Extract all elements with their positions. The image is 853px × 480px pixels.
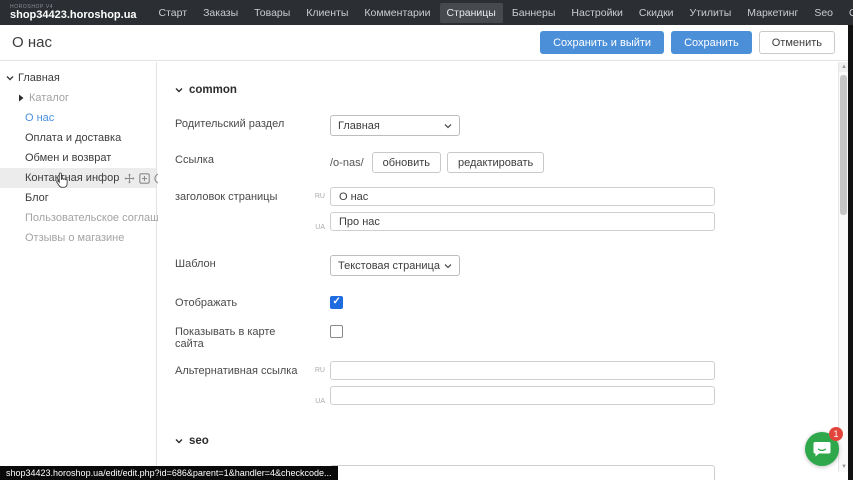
link-edit-button[interactable]: редактировать (447, 152, 544, 173)
admin-screen: HOROSHOP V4 shop34423.horoshop.ua Старт … (0, 0, 853, 480)
screen-edge (848, 25, 853, 480)
page-header: О нас Сохранить и выйти Сохранить Отмени… (0, 25, 848, 61)
sitemap-label: Показывать в карте сайта (175, 322, 303, 350)
parent-section-select[interactable]: Главная (330, 115, 460, 136)
tree-item-label: Отзывы о магазине (25, 232, 124, 244)
menu-item-marketing[interactable]: Маркетинг (740, 3, 805, 23)
template-value: Текстовая страница (338, 260, 440, 272)
menu-item-settings[interactable]: Настройки (564, 3, 630, 23)
page-title-ua-input[interactable] (330, 212, 715, 231)
link-row: Ссылка /o-nas/ обновить редактировать (175, 150, 840, 173)
section-common[interactable]: common (175, 84, 840, 96)
display-label: Отображать (175, 293, 303, 309)
chevron-down-icon (444, 260, 452, 272)
main-menu: Старт Заказы Товары Клиенты Комментарии … (151, 0, 853, 25)
tree-item-label: Каталог (29, 92, 69, 104)
status-url-tooltip: shop34423.horoshop.ua/edit/edit.php?id=6… (0, 466, 338, 480)
lang-ru-badge: RU (303, 187, 330, 206)
alt-link-ru-input[interactable] (330, 361, 715, 380)
tree-item-about-us[interactable]: О нас (0, 108, 156, 128)
lang-ru-badge: RU (303, 361, 330, 380)
tree-item-user-agreement[interactable]: Пользовательское соглашение (0, 208, 156, 228)
parent-section-label: Родительский раздел (175, 114, 303, 130)
save-and-exit-button[interactable]: Сохранить и выйти (540, 31, 664, 54)
lang-ua-badge: UA (303, 392, 330, 411)
display-checkbox[interactable] (330, 296, 343, 309)
menu-item-banners[interactable]: Баннеры (505, 3, 563, 23)
save-button[interactable]: Сохранить (671, 31, 752, 54)
menu-item-products[interactable]: Товары (247, 3, 297, 23)
menu-item-pages[interactable]: Страницы (440, 3, 503, 23)
parent-section-row: Родительский раздел Главная (175, 114, 840, 136)
menu-item-reports[interactable]: Отчеты (842, 3, 853, 23)
template-label: Шаблон (175, 254, 303, 270)
chat-unread-badge: 1 (829, 427, 843, 441)
chevron-down-icon (175, 87, 183, 93)
tree-item-contact-info[interactable]: Контактная инфор (0, 168, 156, 188)
page-title-row: заголовок страницы RU UA (175, 187, 840, 237)
tree-item-store-reviews[interactable]: Отзывы о магазине (0, 228, 156, 248)
template-select[interactable]: Текстовая страница (330, 255, 460, 276)
template-row: Шаблон Текстовая страница (175, 254, 840, 276)
scrollbar-thumb[interactable] (840, 75, 847, 215)
menu-item-comments[interactable]: Комментарии (357, 3, 437, 23)
menu-item-clients[interactable]: Клиенты (299, 3, 355, 23)
section-seo-label: seo (189, 435, 209, 447)
vertical-scrollbar[interactable]: ▲ ▼ (838, 62, 848, 472)
tree-item-label: Главная (18, 72, 60, 84)
tree-item-label: Блог (25, 192, 49, 204)
lang-ua-badge: UA (303, 218, 330, 237)
add-page-icon[interactable] (139, 173, 150, 184)
tree-item-label: Контактная инфор (25, 172, 119, 184)
chevron-down-icon[interactable] (5, 75, 14, 81)
pages-tree-sidebar: Главная Каталог О нас Оплата и доставка … (0, 62, 157, 480)
menu-item-utilities[interactable]: Утилиты (683, 3, 739, 23)
menu-item-seo[interactable]: Seo (807, 3, 840, 23)
menu-item-discounts[interactable]: Скидки (632, 3, 681, 23)
link-update-button[interactable]: обновить (372, 152, 441, 173)
tree-item-label: Оплата и доставка (25, 132, 121, 144)
sitemap-row: Показывать в карте сайта (175, 322, 840, 350)
page-title-ru-input[interactable] (330, 187, 715, 206)
cancel-button[interactable]: Отменить (759, 31, 835, 54)
parent-section-value: Главная (338, 120, 380, 132)
page-title: О нас (0, 34, 52, 51)
section-seo[interactable]: seo (175, 435, 840, 447)
tree-item-home[interactable]: Главная (0, 68, 156, 88)
tree-item-label: О нас (25, 112, 54, 124)
tree-item-catalog[interactable]: Каталог (0, 88, 156, 108)
move-icon[interactable] (124, 173, 135, 184)
logo-domain: shop34423.horoshop.ua (10, 10, 137, 21)
chat-bubble-icon (813, 441, 831, 458)
tree-item-payment-delivery[interactable]: Оплата и доставка (0, 128, 156, 148)
top-navigation: HOROSHOP V4 shop34423.horoshop.ua Старт … (0, 0, 853, 25)
chevron-down-icon (175, 438, 183, 444)
display-row: Отображать (175, 293, 840, 309)
menu-item-orders[interactable]: Заказы (196, 3, 245, 23)
link-path: /o-nas/ (330, 157, 364, 169)
tree-item-label: Обмен и возврат (25, 152, 111, 164)
page-edit-form: common Родительский раздел Главная Ссылк… (158, 62, 840, 480)
tree-item-exchange-return[interactable]: Обмен и возврат (0, 148, 156, 168)
chevron-right-icon[interactable] (16, 94, 25, 102)
link-label: Ссылка (175, 150, 303, 166)
html-title-ru-input[interactable] (330, 465, 715, 480)
sitemap-checkbox[interactable] (330, 325, 343, 338)
logo[interactable]: HOROSHOP V4 shop34423.horoshop.ua (0, 4, 151, 21)
alt-link-ua-input[interactable] (330, 386, 715, 405)
alt-link-label: Альтернативная ссылка (175, 361, 303, 377)
page-title-label: заголовок страницы (175, 187, 303, 203)
alt-link-row: Альтернативная ссылка RU UA (175, 361, 840, 411)
tree-item-blog[interactable]: Блог (0, 188, 156, 208)
header-buttons: Сохранить и выйти Сохранить Отменить (540, 31, 848, 54)
chevron-down-icon (444, 120, 452, 132)
menu-item-start[interactable]: Старт (152, 3, 195, 23)
section-common-label: common (189, 84, 237, 96)
